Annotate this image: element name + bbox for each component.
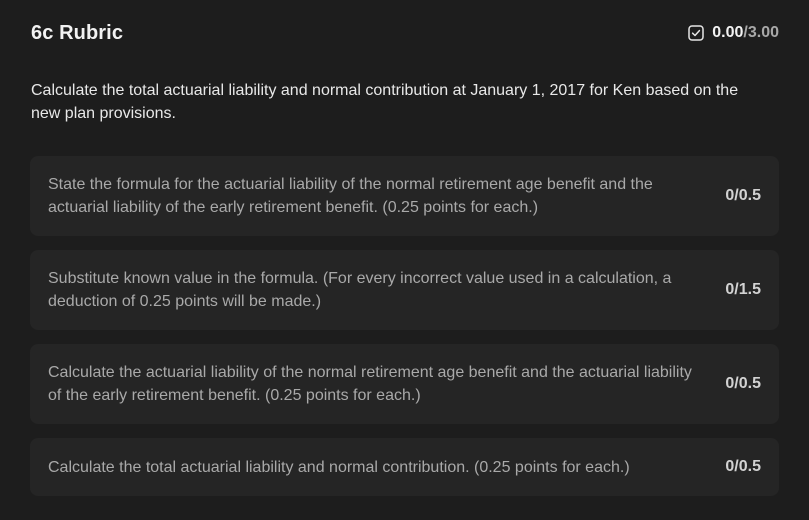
criterion-text: Calculate the total actuarial liability … [48, 458, 630, 476]
criterion-points: 0/1.5 [725, 281, 761, 298]
criterion-points: 0/0.5 [725, 187, 761, 204]
criteria-list: State the formula for the actuarial liab… [30, 156, 779, 496]
rubric-panel: 6c Rubric 0.00/3.00 Calculate the total … [0, 0, 809, 520]
score-earned: 0.00 [712, 24, 744, 41]
criterion-text: Substitute known value in the formula. (… [48, 270, 672, 310]
score-max: /3.00 [743, 24, 779, 41]
rubric-title: 6c Rubric [31, 21, 124, 44]
criterion-points: 0/0.5 [725, 458, 761, 475]
criterion-item: Substitute known value in the formula. (… [30, 250, 779, 330]
rubric-header: 6c Rubric 0.00/3.00 [31, 18, 779, 48]
criterion-points: 0/0.5 [725, 375, 761, 392]
question-text: Calculate the total actuarial liability … [31, 82, 739, 122]
criterion-item: State the formula for the actuarial liab… [30, 156, 779, 236]
criterion-item: Calculate the total actuarial liability … [30, 438, 779, 496]
criterion-text: Calculate the actuarial liability of the… [48, 364, 692, 404]
checkbox-check-icon [688, 25, 705, 41]
total-score-value: 0.00/3.00 [712, 24, 779, 42]
total-score: 0.00/3.00 [688, 24, 779, 42]
criterion-text: State the formula for the actuarial liab… [48, 176, 653, 216]
criterion-item: Calculate the actuarial liability of the… [30, 344, 779, 424]
